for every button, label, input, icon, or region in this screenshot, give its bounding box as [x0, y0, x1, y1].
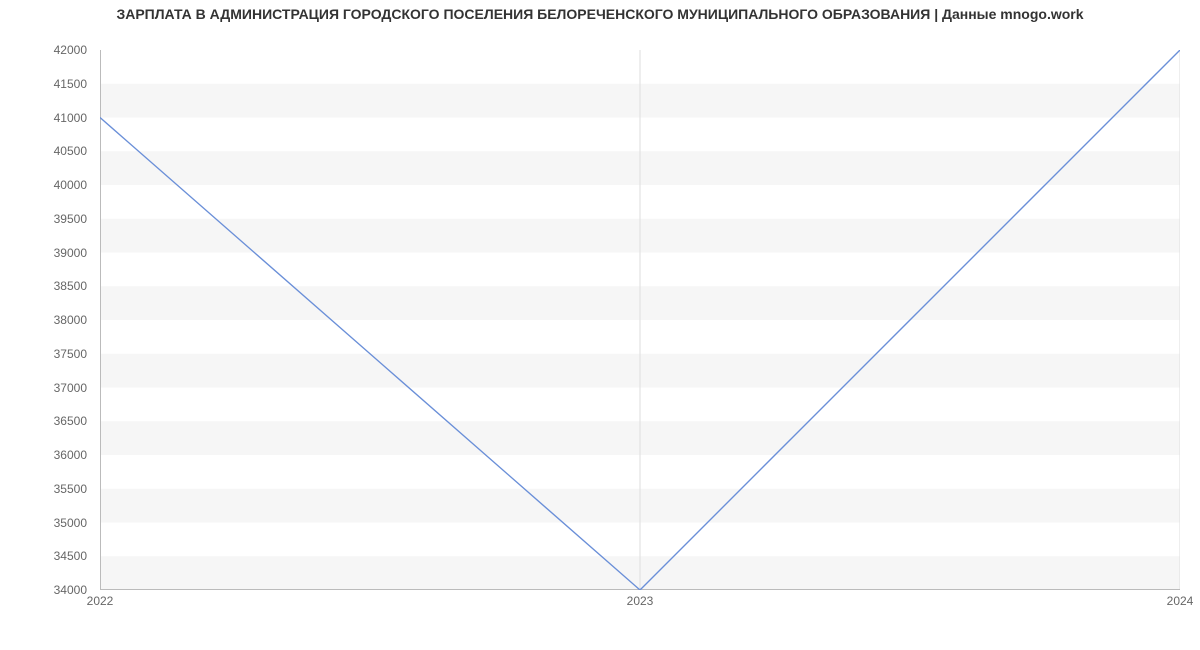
- y-axis-ticks: 3400034500350003550036000365003700037500…: [0, 50, 95, 590]
- y-tick-label: 40500: [7, 144, 87, 158]
- y-tick-label: 41000: [7, 111, 87, 125]
- y-tick-label: 39500: [7, 212, 87, 226]
- y-tick-label: 36500: [7, 414, 87, 428]
- x-axis-ticks: 202220232024: [100, 594, 1180, 614]
- x-tick-label: 2022: [87, 594, 114, 608]
- y-tick-label: 34500: [7, 549, 87, 563]
- y-tick-label: 35500: [7, 482, 87, 496]
- y-tick-label: 39000: [7, 246, 87, 260]
- y-tick-label: 37000: [7, 381, 87, 395]
- y-tick-label: 40000: [7, 178, 87, 192]
- y-tick-label: 42000: [7, 43, 87, 57]
- plot-svg: [100, 50, 1180, 590]
- y-tick-label: 38000: [7, 313, 87, 327]
- y-tick-label: 34000: [7, 583, 87, 597]
- chart-container: ЗАРПЛАТА В АДМИНИСТРАЦИЯ ГОРОДСКОГО ПОСЕ…: [0, 0, 1200, 650]
- y-tick-label: 37500: [7, 347, 87, 361]
- y-tick-label: 41500: [7, 77, 87, 91]
- x-tick-label: 2024: [1167, 594, 1194, 608]
- plot-area: [100, 50, 1180, 590]
- y-tick-label: 38500: [7, 279, 87, 293]
- chart-title: ЗАРПЛАТА В АДМИНИСТРАЦИЯ ГОРОДСКОГО ПОСЕ…: [0, 6, 1200, 22]
- y-tick-label: 35000: [7, 516, 87, 530]
- x-tick-label: 2023: [627, 594, 654, 608]
- y-tick-label: 36000: [7, 448, 87, 462]
